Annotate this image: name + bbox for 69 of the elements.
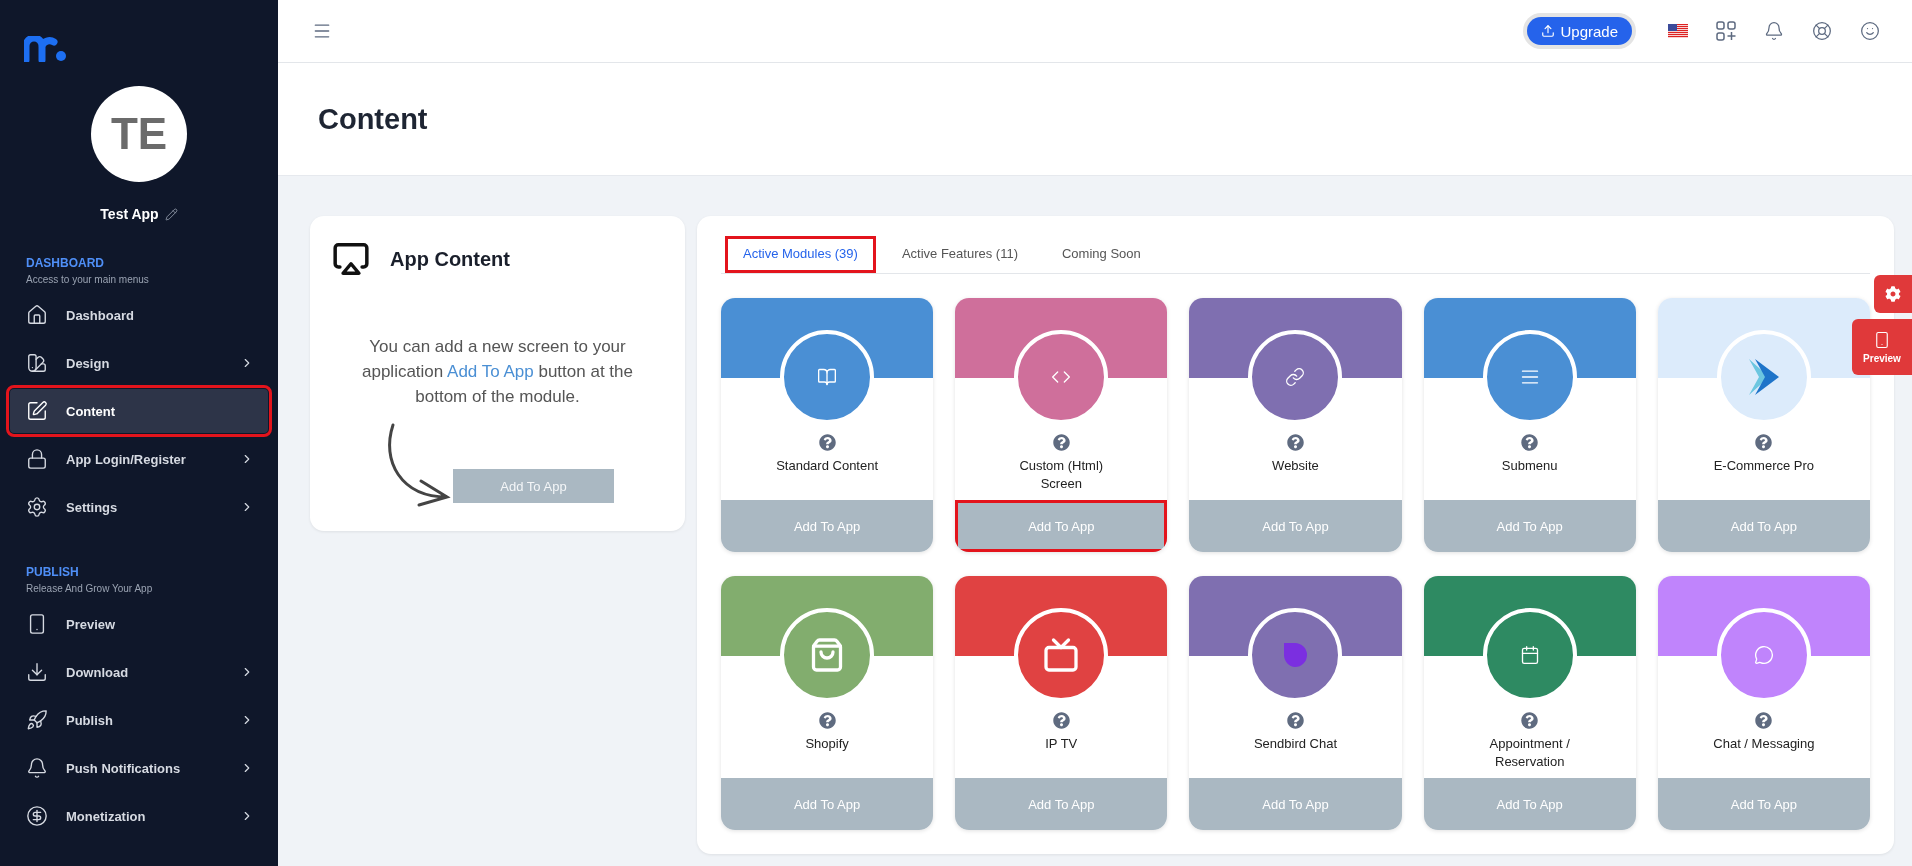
module-name: E-Commerce Pro — [1712, 457, 1816, 475]
module-name: Submenu — [1500, 457, 1559, 475]
settings-icon — [1885, 286, 1901, 302]
help-icon[interactable] — [1287, 712, 1304, 729]
page-title: Content — [318, 102, 428, 136]
tab[interactable]: Active Modules (39) — [725, 236, 876, 273]
tab[interactable]: Active Features (11) — [883, 236, 1036, 273]
profile-icon[interactable] — [1860, 21, 1880, 41]
lock-icon — [26, 448, 48, 470]
help-icon[interactable] — [1521, 434, 1539, 451]
phone-icon — [1873, 330, 1891, 349]
sidebar-item[interactable]: Dashboard — [10, 293, 268, 337]
section-title: PUBLISH — [26, 565, 80, 579]
swatch-icon — [26, 352, 48, 374]
screen-cast-icon — [332, 240, 370, 278]
card-title: App Content — [390, 247, 510, 271]
notification-icon[interactable] — [1764, 21, 1784, 41]
section-subtitle: Release And Grow Your App — [26, 583, 154, 594]
settings-button[interactable] — [1874, 275, 1912, 313]
upload-icon — [1541, 24, 1556, 38]
edit-icon — [26, 400, 48, 422]
module-name: Standard Content — [775, 457, 880, 475]
module-name: Sendbird Chat — [1252, 735, 1339, 753]
module-name: Appointment / Reservation — [1488, 735, 1571, 771]
link-icon — [1285, 367, 1306, 387]
help-icon[interactable] — [1755, 434, 1773, 451]
download-icon — [26, 661, 48, 683]
preview-button[interactable]: Preview — [1852, 319, 1912, 375]
hint-text: You can add a new screen to your application Add To App button at the bottom of the module. — [361, 336, 634, 408]
app-name: Test App — [100, 206, 159, 222]
dollar-icon — [26, 805, 48, 827]
help-icon[interactable] — [1755, 712, 1773, 729]
help-icon[interactable] — [818, 434, 836, 451]
help-icon[interactable] — [1052, 712, 1070, 729]
help-icon[interactable] — [1521, 712, 1539, 729]
sidebar-item[interactable]: App Login/Register — [10, 437, 268, 481]
flag-icon[interactable] — [1668, 24, 1688, 38]
bell-icon — [26, 757, 48, 779]
sidebar-item[interactable]: Design — [10, 341, 268, 385]
book-icon — [817, 367, 838, 387]
module-name: Website — [1271, 457, 1320, 475]
chat-bubble-icon — [1753, 645, 1774, 665]
sidebar-item[interactable]: Preview — [10, 602, 268, 646]
module-name: Custom (Html) Screen — [1018, 457, 1105, 493]
home-icon — [26, 304, 48, 326]
module-name: Shopify — [804, 735, 850, 753]
help-icon[interactable] — [818, 712, 836, 729]
sidebar-item[interactable]: Monetization — [10, 794, 268, 838]
chevron-logo-icon — [1746, 357, 1781, 397]
help-icon[interactable] — [1287, 434, 1304, 451]
section-subtitle: Access to your main menus — [26, 274, 150, 285]
app-avatar: TE — [91, 86, 187, 182]
help-icon[interactable] — [1812, 21, 1832, 41]
sidebar-item[interactable]: Publish — [10, 698, 268, 742]
tv-icon — [1043, 637, 1080, 673]
edit-icon[interactable] — [164, 207, 178, 221]
sidebar-item[interactable]: Settings — [10, 485, 268, 529]
rocket-icon — [26, 709, 48, 731]
module-name: Chat / Messaging — [1712, 735, 1816, 753]
apps-add-icon[interactable] — [1716, 21, 1736, 41]
help-icon[interactable] — [1052, 434, 1070, 451]
module-name: IP TV — [1044, 735, 1079, 753]
sidebar-item[interactable]: Download — [10, 650, 268, 694]
settings-icon — [26, 496, 48, 518]
calendar-icon — [1519, 645, 1540, 665]
section-title: DASHBOARD — [26, 256, 105, 270]
sidebar-item[interactable]: Push Notifications — [10, 746, 268, 790]
tab[interactable]: Coming Soon — [1044, 236, 1159, 273]
logo-icon[interactable] — [24, 36, 68, 62]
